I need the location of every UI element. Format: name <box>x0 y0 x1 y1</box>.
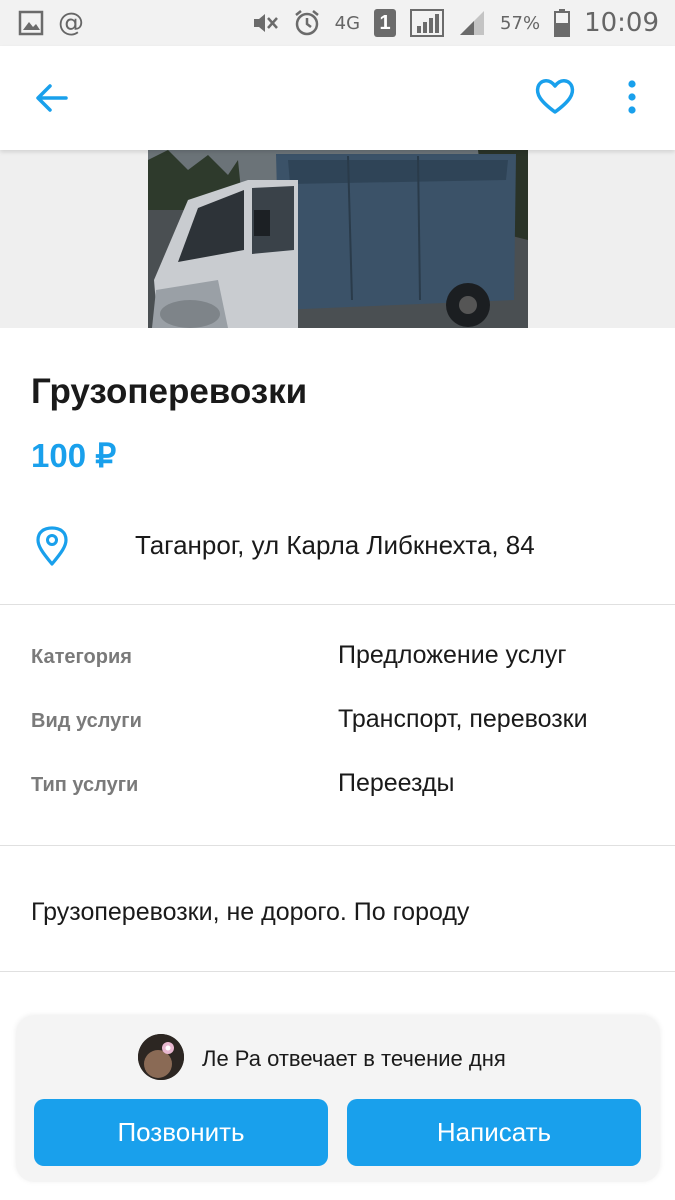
photo-gallery[interactable] <box>0 150 675 328</box>
divider <box>0 971 675 972</box>
back-arrow-icon[interactable] <box>34 80 70 116</box>
more-vert-icon[interactable] <box>618 78 646 118</box>
status-bar: @ 4G 1 57% 10:09 <box>0 0 675 46</box>
clock: 10:09 <box>584 8 659 38</box>
location-pin-icon <box>36 526 68 566</box>
contact-panel: Ле Ра отвечает в течение дня Позвонить Н… <box>16 1016 660 1182</box>
signal-2-icon <box>460 11 485 35</box>
divider <box>0 604 675 605</box>
listing-description: Грузоперевозки, не дорого. По городу <box>31 898 470 926</box>
alarm-icon <box>294 10 319 36</box>
divider <box>0 845 675 846</box>
battery-icon <box>554 9 571 37</box>
listing-price: 100 ₽ <box>31 437 117 474</box>
sim-indicator: 1 <box>374 9 397 37</box>
param-key-service-kind: Вид услуги <box>31 710 142 732</box>
write-button[interactable]: Написать <box>347 1099 641 1166</box>
param-value-category: Предложение услуг <box>338 641 567 669</box>
param-key-service-type: Тип услуги <box>31 774 139 796</box>
app-bar <box>0 46 675 150</box>
param-value-service-type: Переезды <box>338 769 455 797</box>
network-type: 4G <box>334 12 361 34</box>
seller-avatar[interactable] <box>138 1034 184 1080</box>
at-icon: @ <box>58 8 84 38</box>
gallery-icon <box>18 10 44 36</box>
signal-icon <box>410 9 445 37</box>
param-key-category: Категория <box>31 646 132 668</box>
seller-reply-time: Ле Ра отвечает в течение дня <box>202 1046 506 1071</box>
mute-icon <box>253 14 278 32</box>
call-button[interactable]: Позвонить <box>34 1099 328 1166</box>
param-value-service-kind: Транспорт, перевозки <box>338 705 588 733</box>
listing-address[interactable]: Таганрог, ул Карла Либкнехта, 84 <box>135 530 535 561</box>
heart-icon[interactable] <box>534 76 576 116</box>
battery-percent: 57% <box>500 12 541 34</box>
listing-photo[interactable] <box>148 150 528 328</box>
listing-title: Грузоперевозки <box>31 372 308 411</box>
